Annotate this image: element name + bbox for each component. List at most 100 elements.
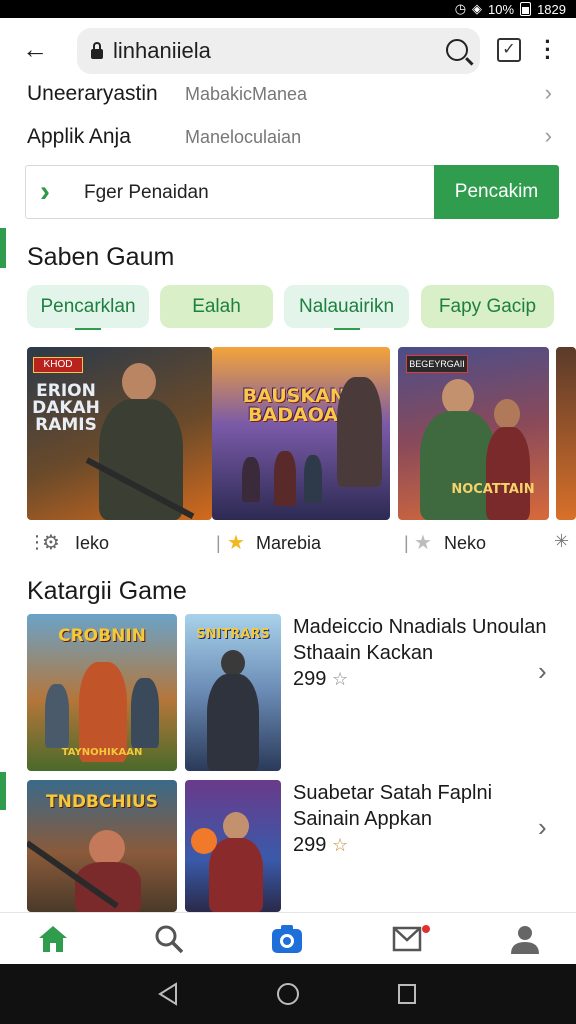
chevron-right-icon[interactable]: › xyxy=(538,656,547,687)
bottom-navigation xyxy=(0,912,576,964)
search-button[interactable]: Pencakim xyxy=(434,165,559,219)
back-triangle-icon[interactable] xyxy=(157,982,179,1011)
star-outline-icon: ★ xyxy=(414,532,432,554)
sparkle-icon: ✳ xyxy=(554,531,570,551)
url-text[interactable]: linhaniiela xyxy=(113,38,211,64)
chevron-right-icon: › xyxy=(40,175,50,208)
mail-icon[interactable] xyxy=(392,923,430,955)
banner-tag: KHOD xyxy=(33,357,83,373)
game-banner-card[interactable]: KHOD ERION DAKAH RAMIS xyxy=(27,347,212,520)
info-row-value: Maneloculaian xyxy=(185,127,302,147)
section-title: Katargii Game xyxy=(27,577,187,605)
crowd-figure xyxy=(304,455,322,503)
camera-icon[interactable] xyxy=(270,923,304,955)
divider: | xyxy=(216,533,221,553)
game-banner-card[interactable]: BEGEYRGAII NOCATTAIN xyxy=(398,347,549,520)
crowd-figure xyxy=(45,684,69,748)
battery-label: 10% xyxy=(488,1,515,17)
battery-icon xyxy=(520,2,532,16)
thumb-art-subtext: TAYNOHIKAAN xyxy=(61,747,143,758)
info-row-value: MabakicManea xyxy=(185,84,308,104)
info-row-key: Applik Anja xyxy=(27,125,131,148)
chip-filter[interactable]: Ealah xyxy=(160,285,273,328)
search-icon[interactable] xyxy=(152,923,186,955)
side-accent-bar xyxy=(0,228,6,268)
game-price: 299 ☆ xyxy=(293,834,348,857)
game-list-item[interactable]: TNDBCHIUS Suabetar Satah Faplni Sainain … xyxy=(0,780,576,912)
meta-label: Marebia xyxy=(256,533,322,553)
meta-label: Neko xyxy=(444,533,487,553)
clock: 1829 xyxy=(537,1,566,17)
game-title[interactable]: Madeiccio Nnadials Unoulan Sthaain Kacka… xyxy=(293,614,548,666)
divider: | xyxy=(404,533,409,553)
character-body xyxy=(486,427,530,520)
alarm-icon: ◷ xyxy=(454,1,467,16)
game-thumbnail[interactable]: CROBNIN TAYNOHIKAAN xyxy=(27,614,177,771)
info-row-1[interactable]: Uneeraryastin MabakicManea › xyxy=(0,76,576,116)
status-bar: ◷ ◈ 10% 1829 xyxy=(0,0,576,18)
address-bar[interactable]: linhaniiela xyxy=(77,28,480,74)
crowd-figure xyxy=(242,457,260,502)
character-head xyxy=(89,830,125,866)
home-circle-icon[interactable] xyxy=(276,982,300,1011)
browser-toolbar: ← linhaniiela ✓ · · · xyxy=(0,18,576,82)
thumb-art-text: CROBNIN xyxy=(58,626,146,646)
character-body xyxy=(207,674,259,771)
wifi-icon: ◈ xyxy=(472,1,483,16)
character-head xyxy=(494,399,520,429)
game-banner-card[interactable]: BAUSKANS BADAOAN xyxy=(212,347,390,520)
search-field-label: Fger Penaidan xyxy=(84,182,209,203)
character-head xyxy=(221,650,245,676)
character-head xyxy=(442,379,474,415)
system-navigation xyxy=(0,964,576,1024)
banner-art-text: NOCATTAIN xyxy=(451,482,535,497)
character-head xyxy=(122,363,156,401)
character-head xyxy=(223,812,249,840)
game-price: 299 ☆ xyxy=(293,668,348,691)
chip-label: Fapy Gacip xyxy=(438,296,537,317)
more-vert-icon[interactable]: · · · xyxy=(538,31,558,69)
search-field[interactable]: › Fger Penaidan Pencakim xyxy=(25,165,559,219)
chevron-right-icon: › xyxy=(544,80,552,105)
crowd-figure xyxy=(131,678,159,748)
section-title: Saben Gaum xyxy=(27,243,175,271)
back-arrow-icon[interactable]: ← xyxy=(22,36,52,66)
banner-art-text: ERION DAKAH RAMIS xyxy=(32,381,100,435)
checkbox-tab-icon[interactable]: ✓ xyxy=(497,38,521,62)
recents-square-icon[interactable] xyxy=(396,982,418,1011)
profile-icon[interactable] xyxy=(508,923,542,955)
home-icon[interactable] xyxy=(36,923,70,955)
meta-label: Ieko xyxy=(75,533,110,553)
chip-label: Ealah xyxy=(192,296,241,317)
chip-label: Nalauairikn xyxy=(298,296,395,317)
lock-icon xyxy=(91,42,103,59)
price-value: 299 xyxy=(293,834,327,856)
info-row-2[interactable]: Applik Anja Maneloculaian › xyxy=(0,119,576,159)
character-body xyxy=(337,377,382,487)
banner-tag: BEGEYRGAII xyxy=(406,355,468,373)
chevron-right-icon[interactable]: › xyxy=(538,812,547,843)
game-thumbnail[interactable]: SNITRARS xyxy=(185,614,281,771)
game-banner-card-peek[interactable] xyxy=(556,347,576,520)
chip-filter[interactable]: Pencarklan xyxy=(27,285,149,330)
crowd-figure xyxy=(274,451,296,506)
game-thumbnail[interactable]: TNDBCHIUS xyxy=(27,780,177,912)
banner-meta-row: ⋮ ⚙ Ieko | ★ Marebia | ★ Neko ✳ xyxy=(0,530,576,558)
thumb-art-text: TNDBCHIUS xyxy=(46,792,158,812)
star-outline-icon: ☆ xyxy=(331,669,349,689)
chevron-right-icon: › xyxy=(544,123,552,148)
game-list-item[interactable]: CROBNIN TAYNOHIKAAN SNITRARS Madeiccio N… xyxy=(0,614,576,772)
thumb-art-text: SNITRARS xyxy=(196,627,270,642)
chip-filter[interactable]: Fapy Gacip xyxy=(421,285,554,328)
flame-shape xyxy=(191,828,217,854)
character-body xyxy=(209,838,263,912)
star-filled-icon: ★ xyxy=(227,532,245,554)
search-icon[interactable] xyxy=(446,39,468,61)
star-half-icon: ☆ xyxy=(331,835,349,855)
chip-filter[interactable]: Nalauairikn xyxy=(284,285,409,330)
character-body xyxy=(420,411,496,520)
info-row-key: Uneeraryastin xyxy=(27,82,158,105)
price-value: 299 xyxy=(293,668,327,690)
game-thumbnail[interactable] xyxy=(185,780,281,912)
game-title[interactable]: Suabetar Satah Faplni Sainain Appkan xyxy=(293,780,548,832)
